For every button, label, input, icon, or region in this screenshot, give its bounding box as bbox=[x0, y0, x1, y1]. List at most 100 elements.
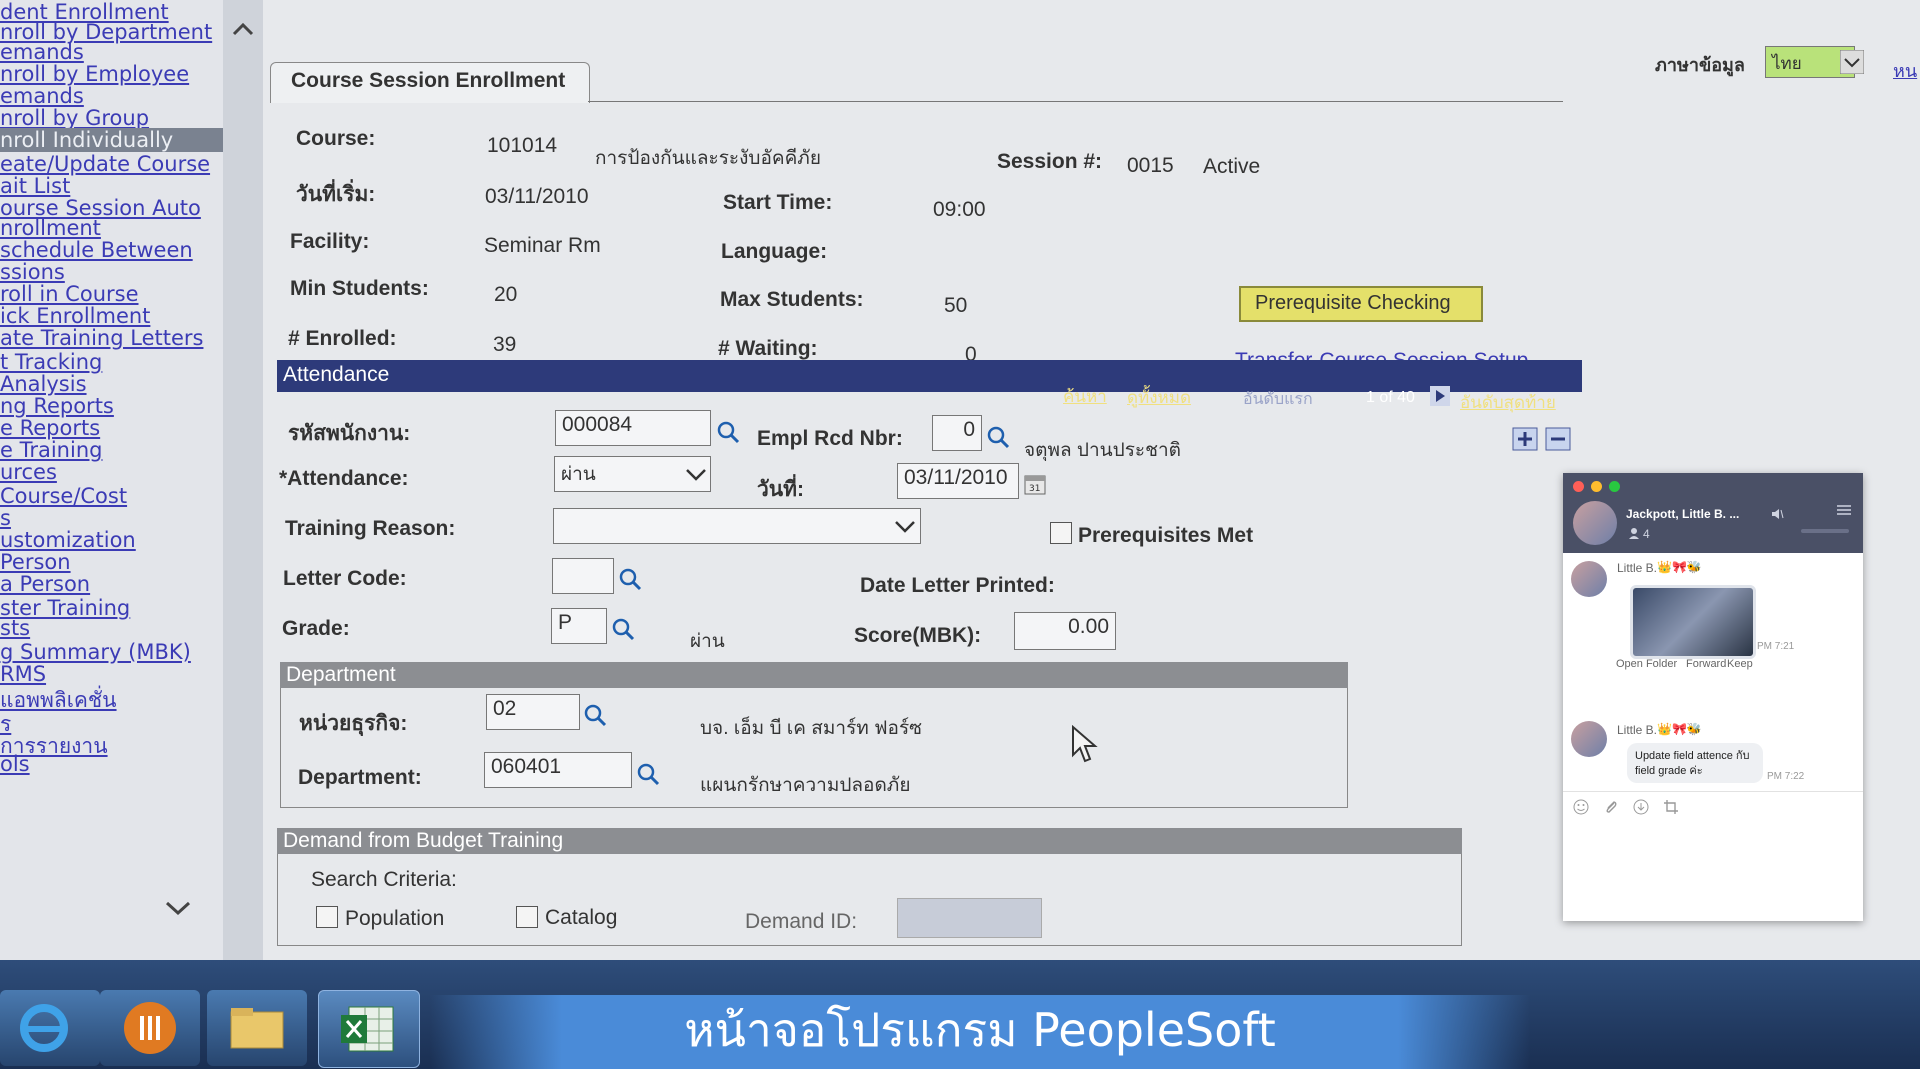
scroll-down-icon[interactable] bbox=[163, 898, 193, 918]
view-all-link[interactable]: ดูทั้งหมด bbox=[1127, 384, 1191, 411]
app-taskbar-button[interactable] bbox=[100, 990, 200, 1066]
letter-code-search-icon[interactable] bbox=[618, 567, 642, 591]
nav-item[interactable]: emands bbox=[0, 40, 84, 64]
nav-item[interactable]: urces bbox=[0, 460, 57, 484]
download-icon[interactable] bbox=[1633, 799, 1649, 815]
nav-item[interactable]: ate Training Letters bbox=[0, 326, 203, 350]
business-unit-label: หน่วยธุรกิจ: bbox=[299, 712, 408, 735]
minimize-window-icon[interactable] bbox=[1591, 481, 1602, 492]
nav-item[interactable]: schedule Between bbox=[0, 238, 193, 262]
zoom-slider[interactable] bbox=[1801, 529, 1849, 533]
nav-item[interactable]: ick Enrollment bbox=[0, 304, 150, 328]
nav-item[interactable]: t Tracking bbox=[0, 350, 102, 374]
image-attachment[interactable] bbox=[1630, 585, 1756, 659]
employee-id-input[interactable]: 000084 bbox=[555, 410, 711, 446]
nav-item[interactable]: nroll by Group bbox=[0, 106, 149, 130]
nav-item[interactable]: nroll by Employee bbox=[0, 62, 189, 86]
nav-item[interactable]: ustomization bbox=[0, 528, 136, 552]
attendance-chevron-icon[interactable] bbox=[684, 465, 708, 485]
nav-item[interactable]: roll in Course bbox=[0, 282, 139, 306]
scroll-up-icon[interactable] bbox=[231, 20, 255, 38]
add-row-icon[interactable] bbox=[1512, 427, 1538, 451]
prerequisites-met-checkbox[interactable] bbox=[1050, 522, 1072, 544]
grade-search-icon[interactable] bbox=[611, 617, 635, 641]
nav-item[interactable]: nroll Individually bbox=[0, 128, 223, 152]
date-input[interactable]: 03/11/2010 bbox=[897, 463, 1019, 499]
delete-row-icon[interactable] bbox=[1545, 427, 1571, 451]
tab-course-session-enrollment[interactable]: Course Session Enrollment bbox=[270, 62, 590, 103]
grade-label: Grade: bbox=[282, 617, 350, 640]
member-count: 4 bbox=[1643, 527, 1650, 541]
next-record-icon[interactable] bbox=[1430, 386, 1450, 406]
message-bubble: Update field attence กับ field grade ค่ะ bbox=[1627, 743, 1763, 783]
max-students-label: Max Students: bbox=[720, 288, 864, 311]
time-2: PM 7:22 bbox=[1767, 771, 1805, 782]
pager-text: 1 of 40 bbox=[1366, 389, 1415, 406]
nav-item[interactable]: e Reports bbox=[0, 416, 100, 440]
demand-title: Demand from Budget Training bbox=[283, 829, 564, 852]
nav-scrollbar[interactable] bbox=[165, 0, 263, 960]
grade-description: ผ่าน bbox=[690, 631, 725, 652]
training-reason-chevron-icon[interactable] bbox=[893, 517, 917, 537]
nav-item[interactable]: eate/Update Course bbox=[0, 152, 210, 176]
empl-rcd-search-icon[interactable] bbox=[986, 425, 1010, 449]
nav-item[interactable]: a Person bbox=[0, 572, 90, 596]
grade-input[interactable]: P bbox=[551, 608, 607, 644]
demand-id-input[interactable] bbox=[897, 898, 1042, 938]
nav-item[interactable]: ng Reports bbox=[0, 394, 114, 418]
nav-item[interactable]: g Summary (MBK) bbox=[0, 640, 191, 664]
nav-item[interactable]: แอพพลิเคชั่น bbox=[0, 684, 117, 717]
keep-action[interactable]: Keep bbox=[1727, 658, 1753, 670]
business-unit-input[interactable]: 02 bbox=[486, 694, 580, 730]
find-link[interactable]: ค้นหา bbox=[1063, 383, 1107, 410]
nav-item[interactable]: Person bbox=[0, 550, 71, 574]
nav-item[interactable]: ssions bbox=[0, 260, 65, 284]
nav-item[interactable]: s bbox=[0, 506, 11, 530]
department-input[interactable]: 060401 bbox=[484, 752, 632, 788]
ie-taskbar-button[interactable] bbox=[0, 990, 100, 1066]
catalog-checkbox[interactable] bbox=[516, 906, 538, 928]
corner-link[interactable]: หน bbox=[1893, 56, 1917, 85]
nav-item[interactable]: RMS bbox=[0, 662, 46, 686]
menu-icon[interactable] bbox=[1835, 503, 1853, 517]
empl-rcd-input[interactable]: 0 bbox=[932, 415, 982, 451]
maximize-window-icon[interactable] bbox=[1609, 481, 1620, 492]
score-input[interactable]: 0.00 bbox=[1014, 612, 1116, 650]
excel-taskbar-button[interactable] bbox=[318, 990, 420, 1068]
nav-item[interactable]: Analysis bbox=[0, 372, 87, 396]
tab-underline bbox=[588, 101, 1563, 102]
population-checkbox[interactable] bbox=[316, 906, 338, 928]
nav-item[interactable]: Course/Cost bbox=[0, 484, 127, 508]
time-1: PM 7:21 bbox=[1757, 641, 1795, 652]
business-unit-search-icon[interactable] bbox=[583, 703, 607, 727]
open-folder-action[interactable]: Open Folder bbox=[1616, 658, 1677, 670]
forward-action[interactable]: Forward bbox=[1686, 658, 1726, 670]
close-window-icon[interactable] bbox=[1573, 481, 1584, 492]
search-criteria-label: Search Criteria: bbox=[311, 868, 457, 891]
attendance-label: *Attendance: bbox=[279, 467, 409, 490]
attach-icon[interactable] bbox=[1603, 799, 1619, 815]
crop-icon[interactable] bbox=[1663, 799, 1679, 815]
nav-item[interactable]: sts bbox=[0, 616, 30, 640]
training-reason-select[interactable] bbox=[553, 508, 921, 544]
message-input[interactable] bbox=[1563, 823, 1863, 921]
sender-avatar-2 bbox=[1571, 721, 1607, 757]
department-label: Department: bbox=[298, 766, 422, 789]
emoji-button-icon[interactable] bbox=[1573, 799, 1589, 815]
language-chevron-icon[interactable] bbox=[1840, 50, 1864, 74]
mute-icon[interactable] bbox=[1770, 507, 1784, 521]
prerequisite-checking-button[interactable]: Prerequisite Checking bbox=[1239, 286, 1483, 322]
employee-search-icon[interactable] bbox=[716, 420, 740, 444]
nav-item[interactable]: emands bbox=[0, 84, 84, 108]
last-link[interactable]: อันดับสุดท้าย bbox=[1460, 389, 1556, 416]
nav-item[interactable]: ols bbox=[0, 752, 30, 776]
letter-code-input[interactable] bbox=[552, 558, 614, 594]
calendar-icon[interactable]: 31 bbox=[1024, 473, 1046, 495]
session-label: Session #: bbox=[997, 150, 1103, 173]
department-search-icon[interactable] bbox=[636, 762, 660, 786]
nav-item[interactable]: e Training bbox=[0, 438, 102, 462]
nav-item[interactable]: nrollment bbox=[0, 216, 101, 240]
nav-item[interactable]: ait List bbox=[0, 174, 70, 198]
message-text: Update field attence กับ field grade ค่ะ bbox=[1635, 750, 1750, 777]
explorer-taskbar-button[interactable] bbox=[207, 990, 307, 1066]
